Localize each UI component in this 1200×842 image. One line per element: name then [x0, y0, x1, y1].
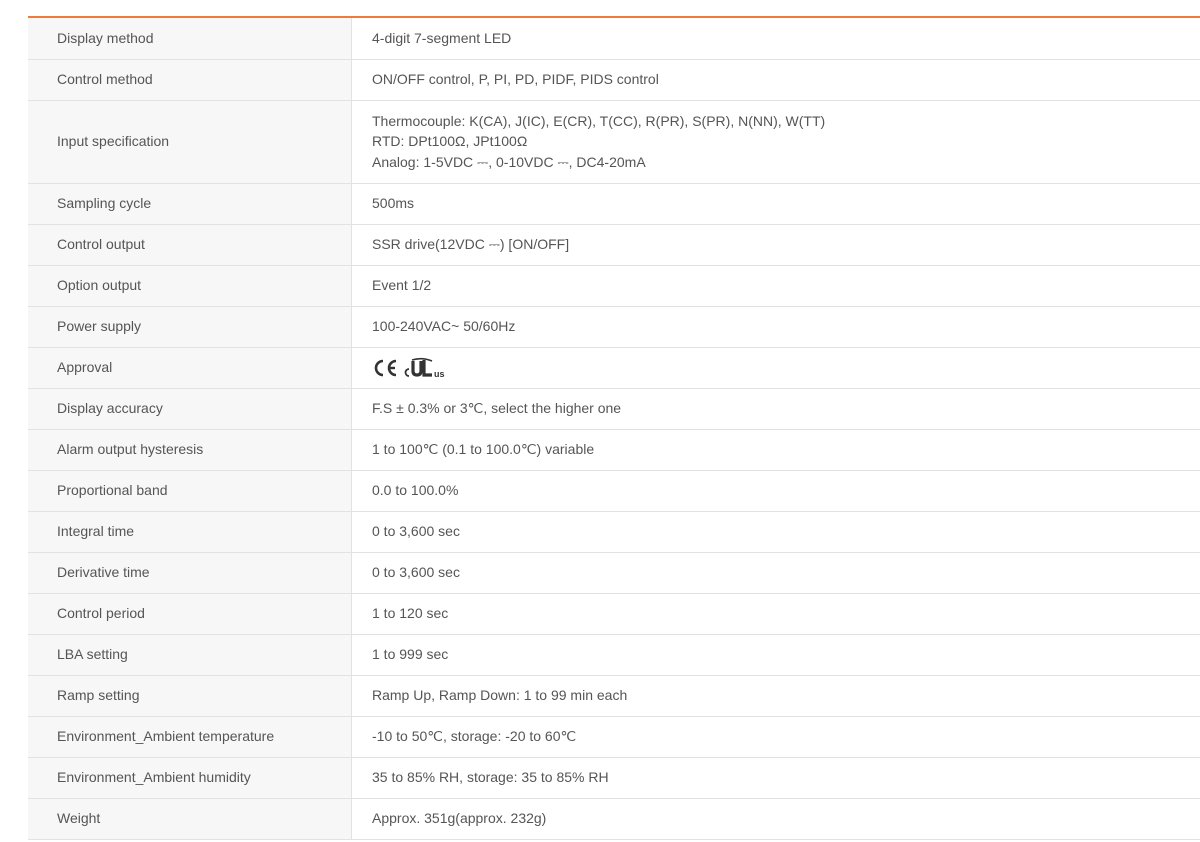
spec-label: Alarm output hysteresis	[28, 429, 352, 471]
spec-value-line: 0 to 3,600 sec	[372, 523, 460, 540]
spec-value-line: Ramp Up, Ramp Down: 1 to 99 min each	[372, 687, 628, 704]
spec-value: 1 to 120 sec	[351, 593, 1200, 635]
spec-label: Weight	[28, 798, 352, 840]
spec-value: 1 to 999 sec	[351, 634, 1200, 676]
spec-row: Option output Event 1/2	[28, 265, 1200, 307]
spec-label: Option output	[28, 265, 352, 307]
spec-row: Control period 1 to 120 sec	[28, 593, 1200, 635]
spec-label: Environment_Ambient temperature	[28, 716, 352, 758]
spec-value: us	[351, 347, 1200, 389]
spec-label: Display method	[28, 18, 352, 60]
spec-row: Input specification Thermocouple: K(CA),…	[28, 100, 1200, 184]
spec-value-line: 500ms	[372, 195, 415, 212]
spec-row: Power supply 100-240VAC~ 50/60Hz	[28, 306, 1200, 348]
spec-value: 35 to 85% RH, storage: 35 to 85% RH	[351, 757, 1200, 799]
spec-label: LBA setting	[28, 634, 352, 676]
spec-row: Environment_Ambient temperature -10 to 5…	[28, 716, 1200, 758]
spec-value-line: -10 to 50℃, storage: -20 to 60℃	[372, 728, 577, 745]
spec-row: Control output SSR drive(12VDC ⎓) [ON/OF…	[28, 224, 1200, 266]
spec-row: LBA setting 1 to 999 sec	[28, 634, 1200, 676]
spec-row: Proportional band 0.0 to 100.0%	[28, 470, 1200, 512]
spec-value: Approx. 351g(approx. 232g)	[351, 798, 1200, 840]
spec-value-line: 35 to 85% RH, storage: 35 to 85% RH	[372, 769, 609, 786]
spec-value: 1 to 100℃ (0.1 to 100.0℃) variable	[351, 429, 1200, 471]
spec-value: ON/OFF control, P, PI, PD, PIDF, PIDS co…	[351, 59, 1200, 101]
spec-value-line: 1 to 100℃ (0.1 to 100.0℃) variable	[372, 441, 595, 458]
spec-label: Environment_Ambient humidity	[28, 757, 352, 799]
spec-value: 4-digit 7-segment LED	[351, 18, 1200, 60]
spec-row: Ramp setting Ramp Up, Ramp Down: 1 to 99…	[28, 675, 1200, 717]
spec-label: Proportional band	[28, 470, 352, 512]
spec-label: Ramp setting	[28, 675, 352, 717]
spec-value-line: Thermocouple: K(CA), J(IC), E(CR), T(CC)…	[372, 112, 826, 129]
spec-value: 500ms	[351, 183, 1200, 225]
spec-value-line: 4-digit 7-segment LED	[372, 30, 512, 46]
spec-row: Environment_Ambient humidity 35 to 85% R…	[28, 757, 1200, 799]
spec-table-container: Display method 4-digit 7-segment LED Con…	[28, 16, 1200, 840]
spec-value: Thermocouple: K(CA), J(IC), E(CR), T(CC)…	[351, 100, 1200, 184]
spec-value: SSR drive(12VDC ⎓) [ON/OFF]	[351, 224, 1200, 266]
ce-cul-mark-icon: us	[374, 357, 445, 379]
spec-value-line: 0.0 to 100.0%	[372, 482, 459, 499]
spec-value: -10 to 50℃, storage: -20 to 60℃	[351, 716, 1200, 758]
spec-value-line: 1 to 999 sec	[372, 646, 449, 663]
spec-row: Weight Approx. 351g(approx. 232g)	[28, 798, 1200, 840]
spec-value-line: SSR drive(12VDC ⎓) [ON/OFF]	[372, 236, 570, 253]
spec-value: 0.0 to 100.0%	[351, 470, 1200, 512]
svg-text:us: us	[434, 369, 445, 379]
spec-value-line: ON/OFF control, P, PI, PD, PIDF, PIDS co…	[372, 71, 659, 88]
spec-value-line: RTD: DPt100Ω, JPt100Ω	[372, 133, 528, 150]
spec-row: Integral time 0 to 3,600 sec	[28, 511, 1200, 553]
spec-row: Approval us	[28, 347, 1200, 389]
approval-marks: us	[372, 356, 462, 380]
spec-value-line: Approx. 351g(approx. 232g)	[372, 810, 547, 827]
spec-value: Event 1/2	[351, 265, 1200, 307]
spec-label: Control period	[28, 593, 352, 635]
spec-table-body: Display method 4-digit 7-segment LED Con…	[28, 18, 1200, 840]
spec-row: Control method ON/OFF control, P, PI, PD…	[28, 59, 1200, 101]
spec-row: Sampling cycle 500ms	[28, 183, 1200, 225]
spec-value: 100-240VAC~ 50/60Hz	[351, 306, 1200, 348]
spec-label: Integral time	[28, 511, 352, 553]
spec-value: 0 to 3,600 sec	[351, 511, 1200, 553]
spec-value-line: 1 to 120 sec	[372, 605, 449, 622]
spec-label: Derivative time	[28, 552, 352, 594]
spec-value: 0 to 3,600 sec	[351, 552, 1200, 594]
spec-value: Ramp Up, Ramp Down: 1 to 99 min each	[351, 675, 1200, 717]
spec-label: Approval	[28, 347, 352, 389]
spec-value-line: 0 to 3,600 sec	[372, 564, 460, 581]
spec-label: Display accuracy	[28, 388, 352, 430]
spec-label: Sampling cycle	[28, 183, 352, 225]
spec-label: Control output	[28, 224, 352, 266]
spec-label: Input specification	[28, 100, 352, 184]
spec-row: Derivative time 0 to 3,600 sec	[28, 552, 1200, 594]
spec-value-line: Analog: 1-5VDC ⎓, 0-10VDC ⎓, DC4-20mA	[372, 153, 646, 170]
spec-row: Alarm output hysteresis 1 to 100℃ (0.1 t…	[28, 429, 1200, 471]
spec-value-line: Event 1/2	[372, 277, 432, 294]
spec-value-line: 100-240VAC~ 50/60Hz	[372, 318, 516, 335]
spec-row: Display accuracy F.S ± 0.3% or 3℃, selec…	[28, 388, 1200, 430]
spec-label: Power supply	[28, 306, 352, 348]
spec-value-line: F.S ± 0.3% or 3℃, select the higher one	[372, 400, 622, 417]
spec-table: Display method 4-digit 7-segment LED Con…	[28, 18, 1200, 840]
spec-row: Display method 4-digit 7-segment LED	[28, 18, 1200, 60]
spec-label: Control method	[28, 59, 352, 101]
spec-value: F.S ± 0.3% or 3℃, select the higher one	[351, 388, 1200, 430]
